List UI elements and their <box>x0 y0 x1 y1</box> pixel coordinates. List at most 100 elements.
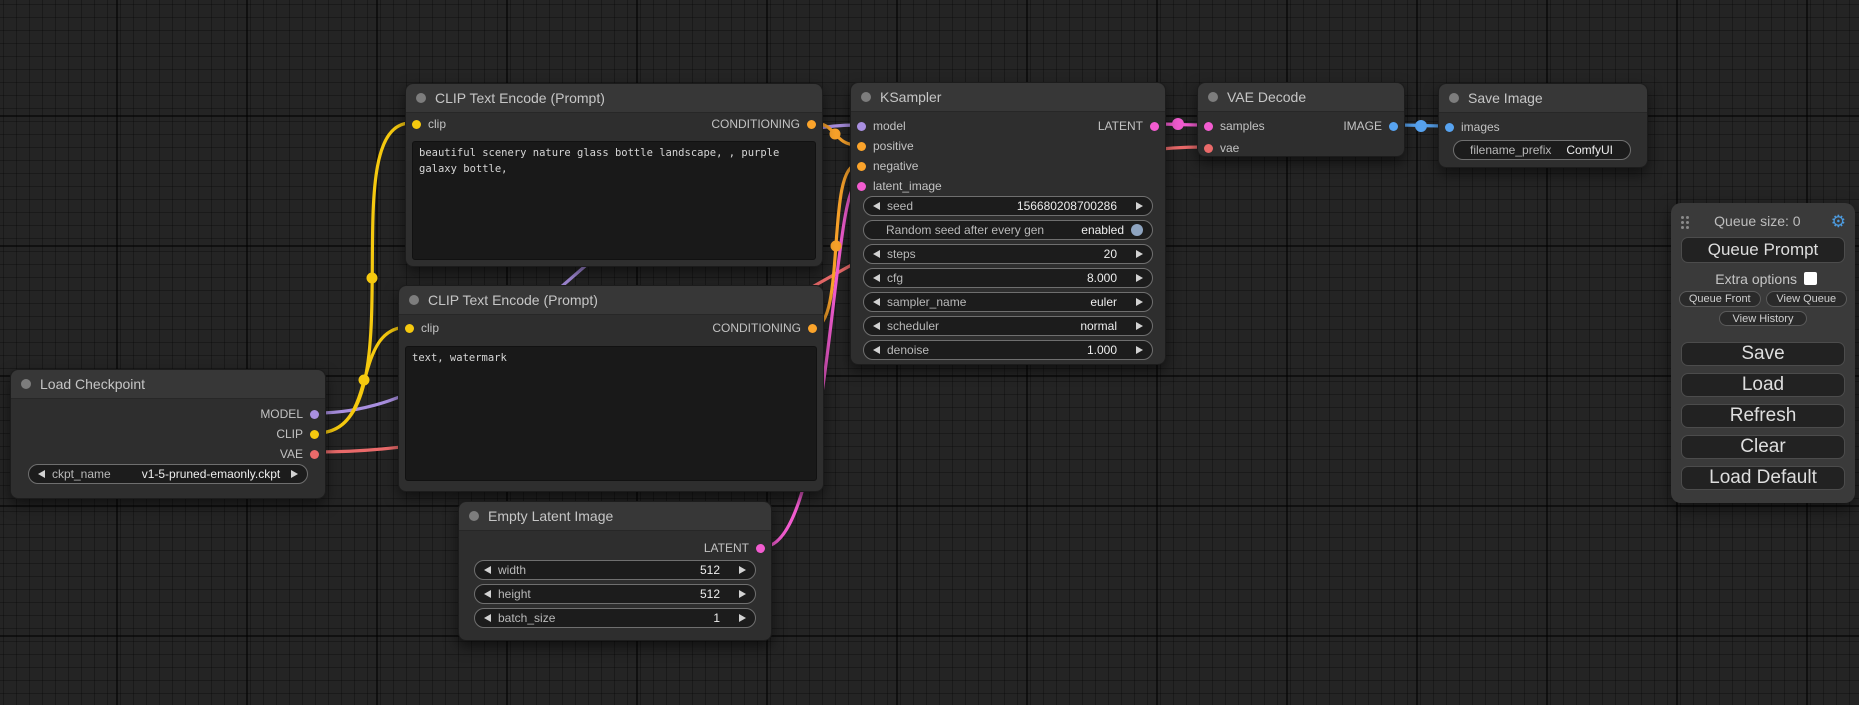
increment-arrow-icon[interactable] <box>739 614 746 622</box>
node-graph-canvas[interactable]: Load Checkpoint MODEL CLIP VAE ckpt_name… <box>0 0 1859 705</box>
widget-value: 156680208700286 <box>1017 199 1117 213</box>
decrement-arrow-icon[interactable] <box>484 566 491 574</box>
collapse-dot-icon[interactable] <box>416 93 426 103</box>
input-port-vae[interactable] <box>1204 144 1213 153</box>
denoise-widget[interactable]: denoise 1.000 <box>863 340 1153 360</box>
output-port-image[interactable] <box>1389 122 1398 131</box>
view-history-button[interactable]: View History <box>1719 311 1807 326</box>
output-port-conditioning[interactable] <box>807 120 816 129</box>
decrement-arrow-icon[interactable] <box>873 202 880 210</box>
output-port-conditioning[interactable] <box>808 324 817 333</box>
port-row: MODEL <box>11 404 325 424</box>
node-title-bar[interactable]: CLIP Text Encode (Prompt) <box>399 286 823 315</box>
input-label: model <box>873 119 906 133</box>
increment-arrow-icon[interactable] <box>739 566 746 574</box>
width-widget[interactable]: width 512 <box>474 560 756 580</box>
input-port-clip[interactable] <box>412 120 421 129</box>
queue-front-button[interactable]: Queue Front <box>1679 291 1761 307</box>
node-title-bar[interactable]: Load Checkpoint <box>11 370 325 399</box>
node-save-image[interactable]: Save Image images filename_prefix ComfyU… <box>1438 83 1648 168</box>
decrement-arrow-icon[interactable] <box>873 298 880 306</box>
filename-prefix-widget[interactable]: filename_prefix ComfyUI <box>1453 140 1631 160</box>
save-button[interactable]: Save <box>1681 342 1845 366</box>
node-title-bar[interactable]: VAE Decode <box>1198 83 1404 112</box>
scheduler-widget[interactable]: scheduler normal <box>863 316 1153 336</box>
node-title-bar[interactable]: Save Image <box>1439 84 1647 113</box>
batch-size-widget[interactable]: batch_size 1 <box>474 608 756 628</box>
increment-arrow-icon[interactable] <box>1136 298 1143 306</box>
decrement-arrow-icon[interactable] <box>484 614 491 622</box>
collapse-dot-icon[interactable] <box>21 379 31 389</box>
queue-prompt-button[interactable]: Queue Prompt <box>1681 237 1845 263</box>
output-port-latent[interactable] <box>1150 122 1159 131</box>
output-port-model[interactable] <box>310 410 319 419</box>
refresh-button[interactable]: Refresh <box>1681 404 1845 428</box>
collapse-dot-icon[interactable] <box>1449 93 1459 103</box>
decrement-arrow-icon[interactable] <box>873 250 880 258</box>
widget-label: ckpt_name <box>52 467 111 481</box>
input-port-positive[interactable] <box>857 142 866 151</box>
increment-arrow-icon[interactable] <box>1136 202 1143 210</box>
node-vae-decode[interactable]: VAE Decode samples IMAGE vae <box>1197 82 1405 157</box>
collapse-dot-icon[interactable] <box>861 92 871 102</box>
node-empty-latent-image[interactable]: Empty Latent Image LATENT width 512 heig… <box>458 501 772 641</box>
prompt-textarea[interactable]: text, watermark <box>405 346 817 481</box>
decrement-arrow-icon[interactable] <box>873 346 880 354</box>
increment-arrow-icon[interactable] <box>1136 250 1143 258</box>
decrement-arrow-icon[interactable] <box>873 322 880 330</box>
increment-arrow-icon[interactable] <box>291 470 298 478</box>
extra-options-checkbox[interactable] <box>1804 272 1817 285</box>
node-title-label: Empty Latent Image <box>488 508 613 524</box>
collapse-dot-icon[interactable] <box>469 511 479 521</box>
load-default-button[interactable]: Load Default <box>1681 466 1845 490</box>
decrement-arrow-icon[interactable] <box>873 274 880 282</box>
decrement-arrow-icon[interactable] <box>484 590 491 598</box>
collapse-dot-icon[interactable] <box>1208 92 1218 102</box>
widget-label: scheduler <box>887 319 939 333</box>
node-clip-text-encode-positive[interactable]: CLIP Text Encode (Prompt) clip CONDITION… <box>405 83 823 267</box>
view-queue-button[interactable]: View Queue <box>1766 291 1848 307</box>
port-row: clip CONDITIONING <box>399 318 823 338</box>
output-port-vae[interactable] <box>310 450 319 459</box>
sampler-name-widget[interactable]: sampler_name euler <box>863 292 1153 312</box>
input-port-clip[interactable] <box>405 324 414 333</box>
increment-arrow-icon[interactable] <box>739 590 746 598</box>
input-port-images[interactable] <box>1445 123 1454 132</box>
queue-panel-header: Queue size: 0 ⚙ <box>1679 211 1847 231</box>
increment-arrow-icon[interactable] <box>1136 274 1143 282</box>
load-button[interactable]: Load <box>1681 373 1845 397</box>
widget-label: denoise <box>887 343 929 357</box>
clear-button[interactable]: Clear <box>1681 435 1845 459</box>
output-port-latent[interactable] <box>756 544 765 553</box>
gear-icon[interactable]: ⚙ <box>1831 213 1846 230</box>
node-ksampler[interactable]: KSampler model LATENT positive negative … <box>850 82 1166 365</box>
height-widget[interactable]: height 512 <box>474 584 756 604</box>
input-port-latent-image[interactable] <box>857 182 866 191</box>
link-midpoint-dot <box>367 273 378 284</box>
ckpt-name-widget[interactable]: ckpt_name v1-5-pruned-emaonly.ckpt <box>28 464 308 484</box>
widget-value: 20 <box>1104 247 1117 261</box>
steps-widget[interactable]: steps 20 <box>863 244 1153 264</box>
input-port-model[interactable] <box>857 122 866 131</box>
input-port-samples[interactable] <box>1204 122 1213 131</box>
input-label: positive <box>873 139 914 153</box>
cfg-widget[interactable]: cfg 8.000 <box>863 268 1153 288</box>
node-title-bar[interactable]: Empty Latent Image <box>459 502 771 531</box>
output-port-clip[interactable] <box>310 430 319 439</box>
node-title-bar[interactable]: KSampler <box>851 83 1165 112</box>
random-seed-toggle-widget[interactable]: Random seed after every gen enabled <box>863 220 1153 240</box>
increment-arrow-icon[interactable] <box>1136 322 1143 330</box>
port-row: clip CONDITIONING <box>406 114 822 134</box>
toggle-icon[interactable] <box>1131 224 1143 236</box>
input-port-negative[interactable] <box>857 162 866 171</box>
node-title-bar[interactable]: CLIP Text Encode (Prompt) <box>406 84 822 113</box>
node-load-checkpoint[interactable]: Load Checkpoint MODEL CLIP VAE ckpt_name… <box>10 369 326 499</box>
input-label: vae <box>1220 141 1239 155</box>
node-clip-text-encode-negative[interactable]: CLIP Text Encode (Prompt) clip CONDITION… <box>398 285 824 492</box>
output-label: CONDITIONING <box>711 117 800 131</box>
collapse-dot-icon[interactable] <box>409 295 419 305</box>
increment-arrow-icon[interactable] <box>1136 346 1143 354</box>
prompt-textarea[interactable]: beautiful scenery nature glass bottle la… <box>412 141 816 260</box>
decrement-arrow-icon[interactable] <box>38 470 45 478</box>
seed-widget[interactable]: seed 156680208700286 <box>863 196 1153 216</box>
